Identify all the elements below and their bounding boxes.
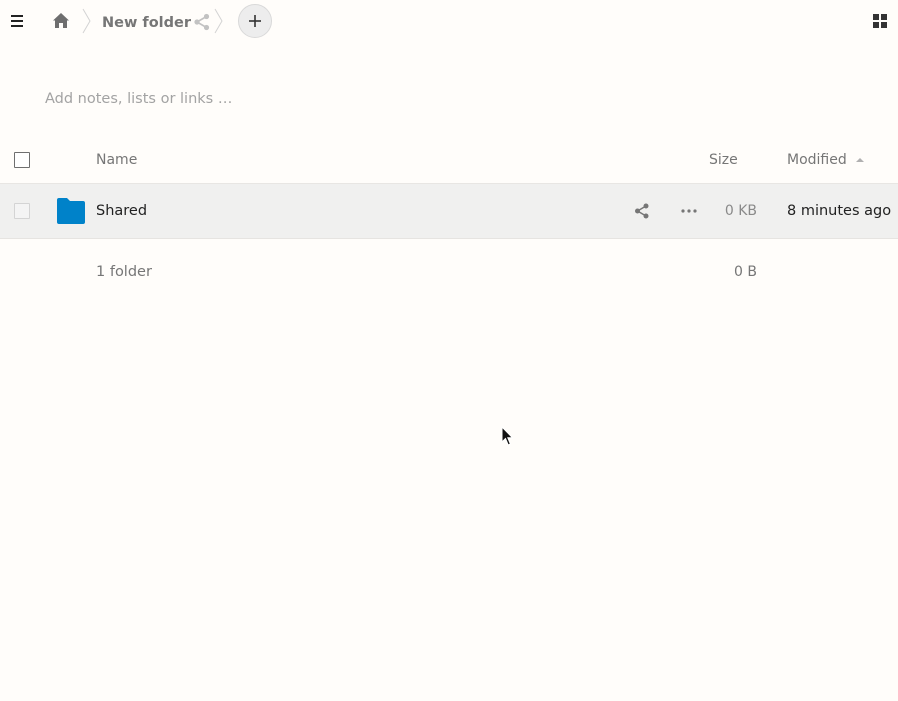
breadcrumb-home[interactable] [50, 10, 72, 32]
plus-icon [249, 15, 261, 27]
summary-total-size: 0 B [734, 264, 757, 280]
row-select-checkbox[interactable] [14, 203, 30, 219]
share-icon [635, 203, 649, 219]
column-header-size[interactable]: Size [709, 137, 738, 183]
hamburger-menu-icon [11, 15, 23, 27]
file-size: 0 KB [724, 203, 757, 219]
column-header-modified[interactable]: Modified [787, 137, 847, 183]
folder-icon[interactable] [57, 198, 85, 224]
breadcrumb-separator [214, 8, 224, 34]
column-header-name[interactable]: Name [96, 137, 137, 183]
file-list-header: Name Size Modified [0, 137, 898, 184]
row-share-button[interactable] [633, 203, 651, 219]
more-icon [681, 209, 697, 213]
home-icon [53, 13, 69, 28]
file-modified-date: 8 minutes ago [787, 203, 892, 219]
row-more-actions-button[interactable] [679, 203, 699, 219]
sort-ascending-icon [856, 157, 864, 163]
new-button[interactable] [238, 4, 272, 38]
file-name[interactable]: Shared [96, 184, 147, 238]
table-row[interactable]: Shared 0 KB 8 minutes ago [0, 184, 898, 239]
breadcrumb-separator [82, 8, 92, 34]
breadcrumb-share-button[interactable] [193, 13, 211, 31]
view-toggle-button[interactable] [871, 12, 889, 30]
share-icon [194, 13, 210, 31]
select-all-checkbox[interactable] [14, 152, 30, 168]
rich-workspace-placeholder[interactable]: Add notes, lists or links … [45, 88, 232, 110]
breadcrumb-current-folder[interactable]: New folder [102, 13, 191, 33]
app-navigation-toggle[interactable] [7, 11, 27, 31]
grid-view-icon [873, 14, 887, 28]
summary-folder-count: 1 folder [96, 264, 152, 280]
mouse-cursor-icon [501, 426, 514, 447]
